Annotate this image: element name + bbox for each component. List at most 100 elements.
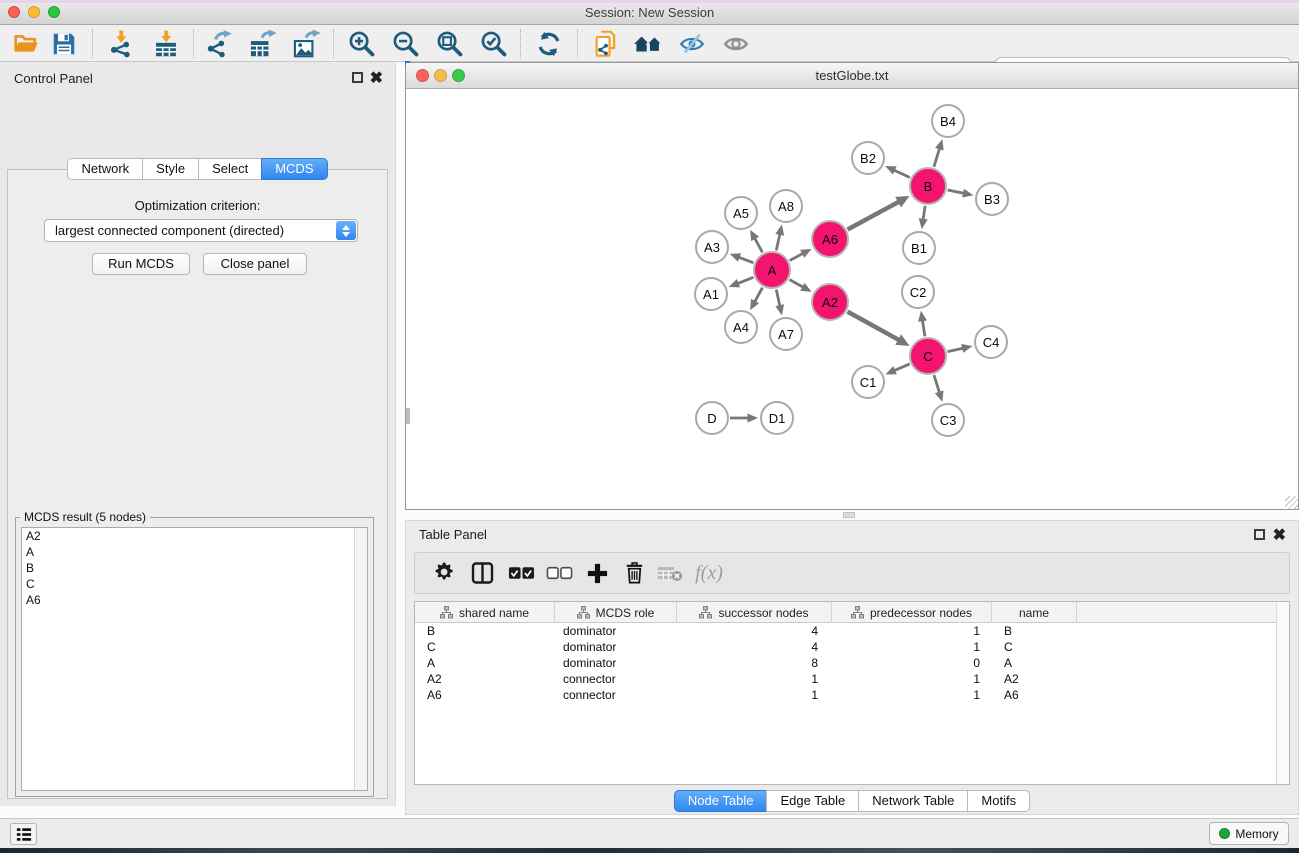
export-network-button[interactable] [200,28,238,59]
delete-table-button[interactable] [652,553,688,593]
table-row[interactable]: Adominator80A [415,655,1289,671]
delete-column-button[interactable] [616,553,652,593]
graph-node-a1[interactable]: A1 [694,277,728,311]
tab-network-table[interactable]: Network Table [858,790,968,812]
graph-node-b3[interactable]: B3 [975,182,1009,216]
tab-mcds[interactable]: MCDS [261,158,327,180]
float-panel-icon[interactable] [352,72,363,83]
save-session-button[interactable] [45,28,83,59]
column-header-predecessor-nodes[interactable]: predecessor nodes [832,602,992,623]
result-item[interactable]: B [22,560,367,576]
column-header-MCDS-role[interactable]: MCDS role [555,602,677,623]
graph-node-a6[interactable]: A6 [811,220,849,258]
import-table-icon [152,30,180,58]
result-item[interactable]: C [22,576,367,592]
zoom-selected-icon [480,30,508,58]
memory-button[interactable]: Memory [1209,822,1289,845]
task-history-button[interactable] [10,823,37,845]
column-header-label: successor nodes [718,606,808,620]
show-home-grouping-button[interactable] [629,28,667,59]
run-mcds-button[interactable]: Run MCDS [92,253,190,275]
open-session-button[interactable] [7,28,45,59]
export-image-button[interactable] [287,28,325,59]
graph-node-a3[interactable]: A3 [695,230,729,264]
network-document-button[interactable] [587,28,625,59]
node-table: shared nameMCDS role successor nodes prede… [414,601,1290,785]
tab-node-table[interactable]: Node Table [674,790,768,812]
graph-node-d1[interactable]: D1 [760,401,794,435]
graph-left-scrollbar[interactable] [406,408,410,424]
import-table-button[interactable] [147,28,185,59]
close-panel-button[interactable]: Close panel [203,253,307,275]
zoom-in-icon [348,30,376,58]
tab-select[interactable]: Select [198,158,262,180]
deselect-all-button[interactable] [541,553,577,593]
graph-node-a8[interactable]: A8 [769,189,803,223]
function-builder-button[interactable]: f(x) [691,553,727,593]
export-network-icon [205,30,233,58]
table-float-panel-icon[interactable] [1254,529,1265,540]
column-header-successor-nodes[interactable]: successor nodes [677,602,832,623]
tab-motifs[interactable]: Motifs [967,790,1030,812]
graph-node-d[interactable]: D [695,401,729,435]
export-table-button[interactable] [243,28,281,59]
graph-node-b2[interactable]: B2 [851,141,885,175]
refresh-layout-icon [535,30,563,58]
table-cell: 1 [677,687,832,703]
window-resize-grip[interactable] [1285,496,1298,509]
tab-network[interactable]: Network [67,158,143,180]
select-all-button[interactable] [503,553,539,593]
graph-node-c3[interactable]: C3 [931,403,965,437]
table-cell: 1 [832,639,992,655]
import-network-button[interactable] [102,28,140,59]
graph-node-b[interactable]: B [909,167,947,205]
dropdown-stepper-icon [336,221,356,240]
table-row[interactable]: A2connector11A2 [415,671,1289,687]
zoom-out-button[interactable] [387,28,425,59]
table-row[interactable]: Bdominator41B [415,623,1289,639]
close-panel-icon[interactable]: ✖ [370,73,383,84]
graph-node-b1[interactable]: B1 [902,231,936,265]
hide-selected-button[interactable] [673,28,711,59]
zoom-in-button[interactable] [343,28,381,59]
show-selected-button[interactable] [717,28,755,59]
result-item[interactable]: A6 [22,592,367,608]
result-item[interactable]: A2 [22,528,367,544]
graph-node-b4[interactable]: B4 [931,104,965,138]
refresh-layout-button[interactable] [530,28,568,59]
network-window-titlebar: testGlobe.txt [406,63,1298,89]
table-settings-gear-button[interactable] [427,553,463,593]
splitter-handle[interactable] [843,512,855,518]
zoom-fit-button[interactable] [431,28,469,59]
table-close-panel-icon[interactable]: ✖ [1273,530,1286,541]
result-item[interactable]: A [22,544,367,560]
tab-edge-table[interactable]: Edge Table [766,790,859,812]
graph-node-c1[interactable]: C1 [851,365,885,399]
control-panel-tabs: NetworkStyleSelectMCDS [0,158,395,180]
table-row[interactable]: Cdominator41C [415,639,1289,655]
network-graph-canvas[interactable]: B4 B2 B B3 A8 A5 A6 A3 B1 A C2 A1 A2 A4 A7 C4 C C1 C3 D D1 [406,89,1298,509]
zoom-selected-button[interactable] [475,28,513,59]
tab-style[interactable]: Style [142,158,199,180]
table-scrollbar[interactable] [1276,602,1289,784]
graph-node-a5[interactable]: A5 [724,196,758,230]
column-header-shared-name[interactable]: shared name [415,602,555,623]
column-header-name[interactable]: name [992,602,1077,623]
table-cell: A2 [992,671,1077,687]
graph-node-c[interactable]: C [909,337,947,375]
result-list-scrollbar[interactable] [354,528,367,790]
graph-node-a4[interactable]: A4 [724,310,758,344]
application-window: Session: New Session [0,0,1299,853]
graph-node-a[interactable]: A [753,251,791,289]
column-visibility-button[interactable] [464,553,500,593]
table-row[interactable]: A6connector11A6 [415,687,1289,703]
mcds-result-list[interactable]: A2ABCA6 [21,527,368,791]
graph-node-c4[interactable]: C4 [974,325,1008,359]
graph-node-a7[interactable]: A7 [769,317,803,351]
criterion-dropdown[interactable]: largest connected component (directed) [44,219,358,242]
table-cell: 4 [677,623,832,639]
table-cell: B [992,623,1077,639]
graph-node-c2[interactable]: C2 [901,275,935,309]
add-column-button[interactable] [579,553,615,593]
graph-node-a2[interactable]: A2 [811,283,849,321]
